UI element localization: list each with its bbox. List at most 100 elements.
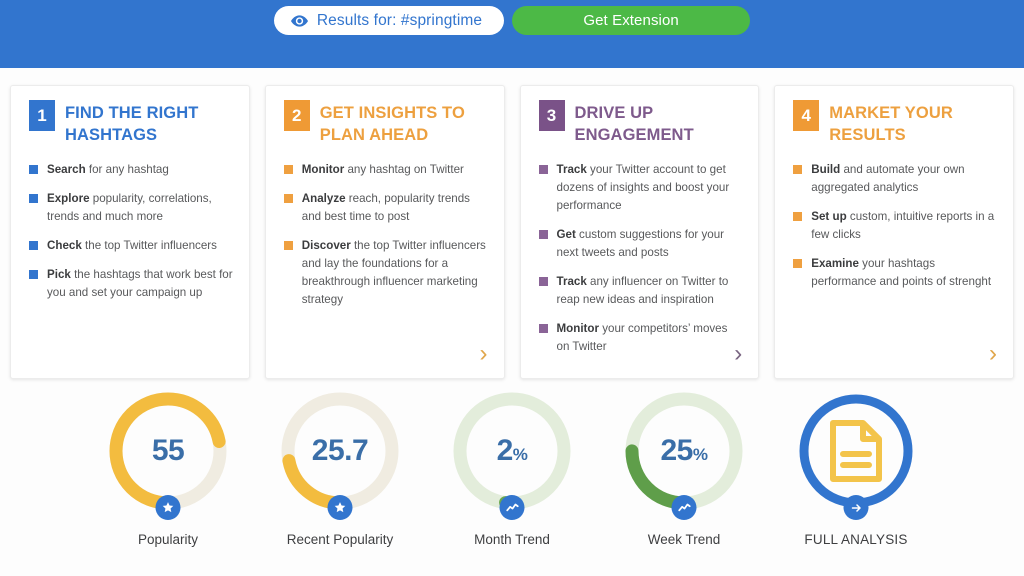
gauge-number: 25.7 [311, 434, 369, 467]
bullet-lead: Examine [811, 256, 859, 270]
metric-gauge-week-trend[interactable]: 25% Week Trend [612, 392, 756, 547]
bullet-lead: Monitor [556, 321, 600, 335]
gauge-value: 25.7 [281, 434, 399, 468]
card-number-badge: 1 [29, 100, 55, 131]
bullet-lead: Explore [47, 191, 90, 205]
card-header: 3 DRIVE UP ENGAGEMENT [538, 100, 743, 147]
card-number-badge: 3 [538, 100, 565, 131]
get-extension-button[interactable]: Get Extension [512, 6, 751, 35]
bullet-lead: Check [47, 238, 82, 252]
bullet-item: Pick the hashtags that work best for you… [29, 266, 233, 302]
card-bullet-list: Search for any hashtag Explore popularity… [29, 161, 233, 302]
bullet-item: Build and automate your own aggregated a… [793, 161, 997, 197]
metric-gauge-month-trend[interactable]: 2% Month Trend [440, 392, 584, 547]
bullet-text: Get custom suggestions for your next twe… [557, 226, 743, 262]
gauge-label: Recent Popularity [286, 532, 394, 547]
card-next-chevron-icon[interactable]: › [989, 342, 997, 366]
gauge-value: 2% [453, 434, 571, 468]
gauge-number: 25 [660, 434, 694, 467]
bullet-rest: for any hashtag [85, 162, 169, 176]
card-bullet-list: Monitor any hashtag on Twitter Analyze re… [283, 161, 488, 309]
bullet-item: Analyze reach, popularity trends and bes… [283, 190, 488, 226]
bullet-lead: Track [556, 162, 587, 176]
bullet-text: Explore popularity, correlations, trends… [47, 190, 233, 226]
results-for-label: Results for: #springtime [316, 11, 483, 29]
gauge-label: Month Trend [474, 532, 550, 547]
card-header: 1 FIND THE RIGHT HASHTAGS [29, 100, 233, 147]
metric-gauge-popularity[interactable]: 55 Popularity [96, 392, 240, 547]
feature-card-3[interactable]: 3 DRIVE UP ENGAGEMENT Track your Twitter a… [519, 85, 760, 379]
bullet-text: Build and automate your own aggregated a… [811, 161, 997, 197]
bullet-item: Discover the top Twitter influencers and… [283, 237, 488, 309]
bullet-text: Monitor your competitors’ moves on Twitt… [557, 320, 743, 356]
full-analysis-label: FULL ANALYSIS [804, 532, 908, 547]
trend-icon [671, 495, 697, 520]
card-header: 4 MARKET YOUR RESULTS [793, 100, 997, 147]
eye-icon [290, 14, 308, 27]
bullet-item: Explore popularity, correlations, trends… [29, 190, 233, 226]
bullet-square-icon [29, 240, 38, 250]
bullet-lead: Discover [301, 238, 351, 252]
header-actions: Results for: #springtime Get Extension [273, 6, 751, 35]
feature-cards: 1 FIND THE RIGHT HASHTAGS Search for any h… [10, 85, 1014, 379]
bullet-lead: Analyze [301, 191, 346, 205]
bullet-rest: custom suggestions for your next tweets … [556, 227, 725, 259]
bullet-text: Monitor any hashtag on Twitter [302, 161, 464, 179]
bullet-rest: any hashtag on Twitter [344, 162, 464, 176]
bullet-lead: Pick [47, 267, 71, 281]
bullet-lead: Get [556, 227, 576, 241]
feature-card-1[interactable]: 1 FIND THE RIGHT HASHTAGS Search for any h… [10, 85, 250, 379]
bullet-item: Check the top Twitter influencers [29, 237, 233, 255]
bullet-text: Examine your hashtags performance and po… [811, 255, 997, 291]
full-analysis-button[interactable]: FULL ANALYSIS [784, 392, 928, 547]
metrics-row: 55 Popularity 25.7 Recent Popularity 2% Month… [0, 392, 1024, 576]
card-number-badge: 4 [793, 100, 820, 131]
card-title: GET INSIGHTS TO PLAN AHEAD [319, 104, 465, 144]
gauge-number: 2 [496, 434, 514, 467]
full-analysis-ring [797, 392, 915, 520]
bullet-text: Set up custom, intuitive reports in a fe… [811, 208, 997, 244]
card-title: DRIVE UP ENGAGEMENT [574, 104, 694, 144]
bullet-text: Discover the top Twitter influencers and… [302, 237, 488, 309]
gauge-label: Week Trend [647, 532, 721, 547]
document-icon [797, 419, 915, 483]
bullet-item: Examine your hashtags performance and po… [793, 255, 997, 291]
results-for-pill[interactable]: Results for: #springtime [273, 6, 505, 35]
bullet-lead: Set up [811, 209, 847, 223]
bullet-item: Monitor your competitors’ moves on Twitt… [538, 320, 743, 356]
gauge-number: 55 [151, 434, 185, 467]
bullet-text: Track your Twitter account to get dozens… [557, 161, 743, 215]
bullet-text: Check the top Twitter influencers [47, 237, 217, 255]
gauge-suffix: % [512, 445, 528, 464]
gauge-ring: 2% [453, 392, 571, 520]
bullet-square-icon [538, 164, 548, 174]
trend-icon [499, 495, 525, 520]
card-bullet-list: Build and automate your own aggregated a… [793, 161, 997, 291]
metric-gauge-recent-popularity[interactable]: 25.7 Recent Popularity [268, 392, 412, 547]
bullet-text: Track any influencer on Twitter to reap … [557, 273, 743, 309]
bullet-square-icon [29, 269, 38, 279]
star-icon [327, 495, 353, 520]
bullet-square-icon [793, 211, 803, 221]
bullet-rest: the top Twitter influencers [81, 238, 217, 252]
gauge-value: 55 [109, 434, 227, 468]
bullet-item: Get custom suggestions for your next twe… [538, 226, 743, 262]
card-title: FIND THE RIGHT HASHTAGS [65, 104, 199, 144]
header-bar: Results for: #springtime Get Extension [0, 0, 1024, 68]
card-next-chevron-icon[interactable]: › [734, 342, 742, 366]
bullet-square-icon [793, 164, 803, 174]
card-next-chevron-icon[interactable]: › [480, 342, 488, 366]
gauge-ring: 55 [109, 392, 227, 520]
feature-card-4[interactable]: 4 MARKET YOUR RESULTS Build and automate y… [774, 85, 1014, 379]
card-number-badge: 2 [283, 100, 310, 131]
bullet-item: Track your Twitter account to get dozens… [538, 161, 743, 215]
bullet-item: Set up custom, intuitive reports in a fe… [793, 208, 997, 244]
bullet-square-icon [793, 258, 803, 268]
bullet-item: Track any influencer on Twitter to reap … [538, 273, 743, 309]
arrow-right-icon [843, 495, 869, 520]
gauge-value: 25% [625, 434, 743, 468]
bullet-rest: the hashtags that work best for you and … [47, 267, 233, 299]
bullet-square-icon [29, 164, 38, 174]
feature-card-2[interactable]: 2 GET INSIGHTS TO PLAN AHEAD Monitor any h… [264, 85, 505, 379]
bullet-square-icon [283, 164, 293, 174]
